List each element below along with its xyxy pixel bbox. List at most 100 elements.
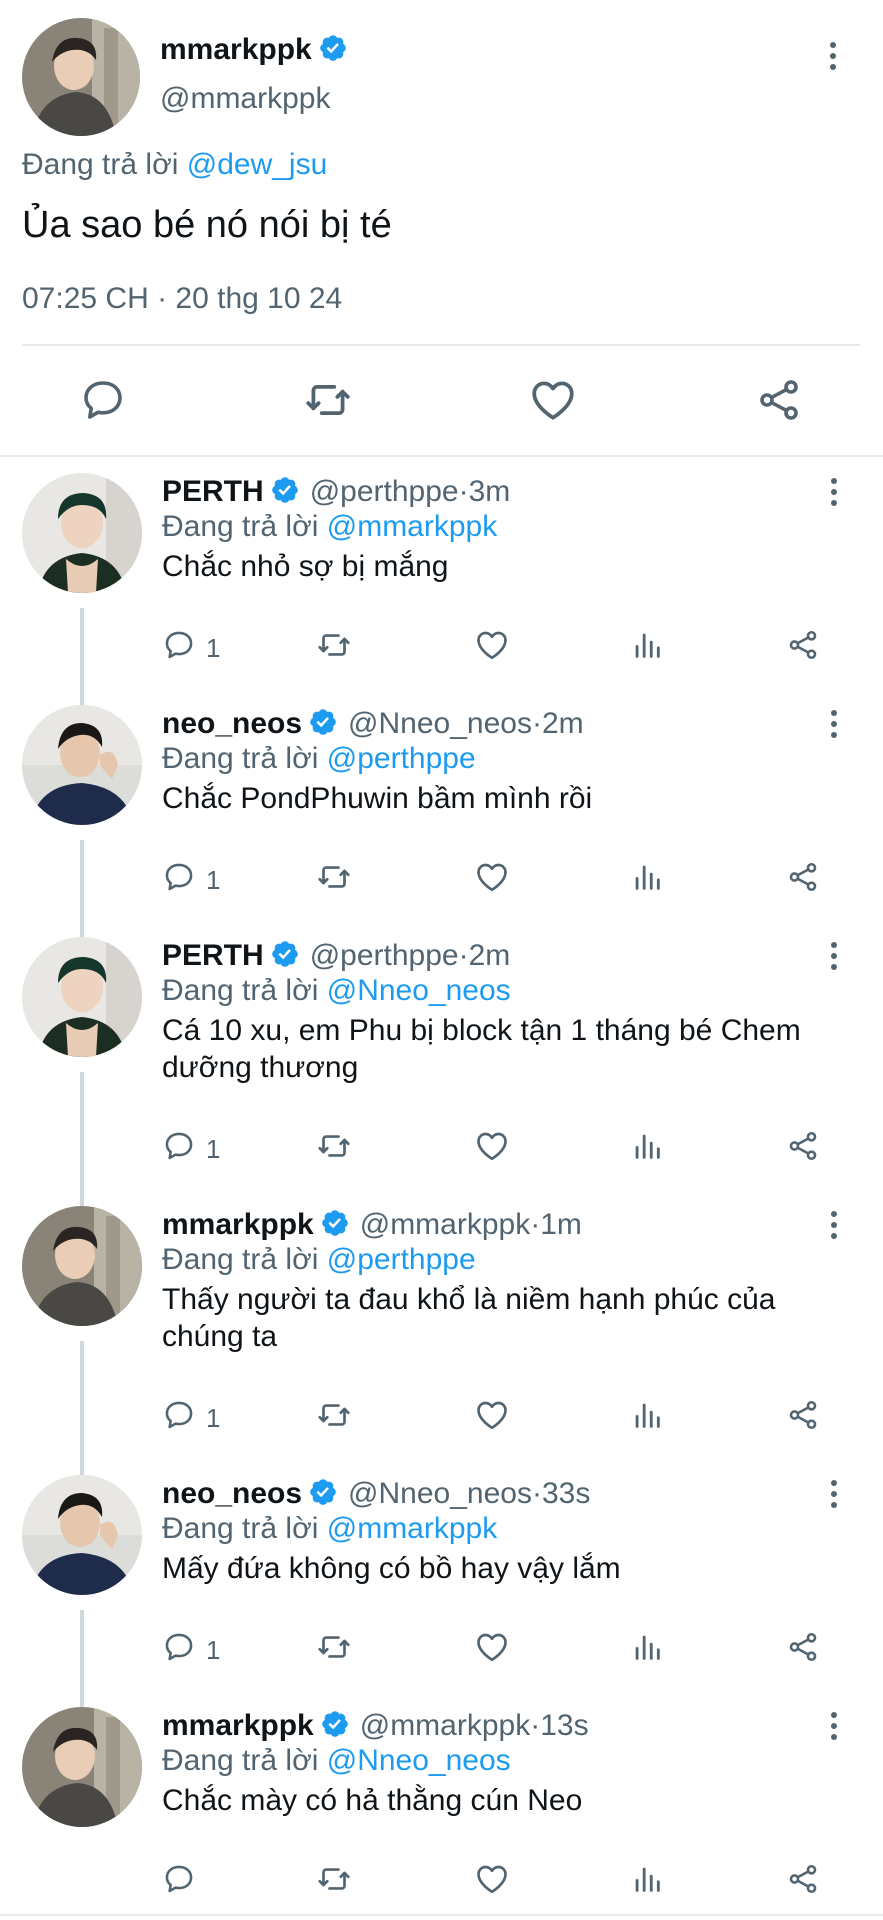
avatar[interactable] [22,1707,142,1827]
reply-button[interactable]: 1 [162,626,220,670]
retweet-button[interactable] [298,370,358,430]
reply-time[interactable]: 13s [540,1709,588,1743]
author-handle[interactable]: @mmarkppk [360,1709,530,1743]
analytics-button[interactable] [630,858,664,902]
reply-tweet[interactable]: PERTH @perthppe · 2m Đang trả lời @Nneo_ne… [0,922,883,1270]
reply-tweet[interactable]: neo_neos @Nneo_neos · 2m Đang trả lời @per… [0,690,883,1002]
analytics-button[interactable] [630,1860,664,1904]
share-button[interactable] [786,1860,820,1904]
like-button[interactable] [474,1860,510,1904]
analytics-icon [630,1862,664,1903]
more-options-icon[interactable] [822,704,846,744]
retweet-button[interactable] [316,1127,352,1171]
author-name[interactable]: mmarkppk [162,1208,314,1242]
retweet-button[interactable] [316,858,352,902]
analytics-button[interactable] [630,1127,664,1171]
replying-to-link[interactable]: @dew_jsu [187,148,328,181]
reply-button[interactable]: 1 [162,1396,220,1440]
analytics-icon [630,1129,664,1170]
author-handle[interactable]: @Nneo_neos [348,707,532,741]
reply-button[interactable]: 1 [162,1127,220,1171]
author-handle[interactable]: @Nneo_neos [348,1477,532,1511]
author-name[interactable]: neo_neos [162,1477,302,1511]
like-button[interactable] [474,626,510,670]
like-button[interactable] [474,1396,510,1440]
reply-button[interactable] [162,1860,206,1904]
main-tweet: mmarkppk @mmarkppk Đang trả lời @dew_jsu… [0,0,883,455]
verified-badge-icon [320,1709,350,1744]
avatar[interactable] [22,18,140,136]
replying-to-link[interactable]: @Nneo_neos [327,1744,511,1777]
share-button[interactable] [749,370,809,430]
retweet-button[interactable] [316,626,352,670]
more-options-icon[interactable] [822,1706,846,1746]
reply-time[interactable]: 33s [542,1477,590,1511]
avatar[interactable] [22,1475,142,1595]
retweet-button[interactable] [316,1860,352,1904]
more-options-icon[interactable] [821,36,845,76]
analytics-button[interactable] [630,1628,664,1672]
author-name[interactable]: mmarkppk [160,33,312,67]
reply-count: 1 [206,864,221,895]
reply-button[interactable]: 1 [162,1628,220,1672]
reply-tweet[interactable]: neo_neos @Nneo_neos · 33s Đang trả lời @mm… [0,1460,883,1772]
share-button[interactable] [786,1628,820,1672]
avatar[interactable] [22,705,142,825]
avatar[interactable] [22,473,142,593]
reply-tweet[interactable]: mmarkppk @mmarkppk · 1m Đang trả lời @pert… [0,1191,883,1539]
tweet-timestamp[interactable]: 07:25 CH · 20 thg 10 24 [22,282,342,316]
retweet-button[interactable] [316,1628,352,1672]
retweet-button[interactable] [316,1396,352,1440]
avatar[interactable] [22,937,142,1057]
more-options-icon[interactable] [822,1205,846,1245]
reply-actions: 1 [162,1127,842,1171]
author-name[interactable]: PERTH [162,475,264,509]
meta-separator: · [530,1208,541,1241]
like-icon [474,1128,510,1171]
like-button[interactable] [474,1628,510,1672]
replying-to-link[interactable]: @Nneo_neos [327,974,511,1007]
analytics-button[interactable] [630,1396,664,1440]
reply-count: 1 [206,1133,221,1164]
reply-time[interactable]: 1m [540,1208,582,1242]
reply-icon [162,1630,196,1671]
share-button[interactable] [786,1127,820,1171]
more-options-icon[interactable] [822,936,846,976]
author-handle[interactable]: @mmarkppk [160,82,330,116]
retweet-icon [316,1397,352,1440]
reply-time[interactable]: 3m [469,475,511,509]
replying-to-link[interactable]: @mmarkppk [327,510,497,543]
replying-to-link[interactable]: @perthppe [327,1243,476,1276]
reply-button[interactable]: 1 [162,858,220,902]
share-icon [786,860,820,901]
share-button[interactable] [786,626,820,670]
reply-header: PERTH @perthppe · 3m [162,472,510,512]
author-handle[interactable]: @perthppe [310,475,459,509]
share-icon [760,380,798,420]
author-handle[interactable]: @mmarkppk [360,1208,530,1242]
like-button[interactable] [523,370,583,430]
reply-actions: 1 [162,626,842,670]
author-name[interactable]: neo_neos [162,707,302,741]
reply-tweet[interactable]: mmarkppk @mmarkppk · 13s Đang trả lời @Nne… [0,1692,883,1920]
avatar[interactable] [22,1206,142,1326]
share-button[interactable] [786,1396,820,1440]
replying-to-link[interactable]: @mmarkppk [327,1512,497,1545]
author-handle[interactable]: @perthppe [310,939,459,973]
more-options-icon[interactable] [822,472,846,512]
reply-tweet[interactable]: PERTH @perthppe · 3m Đang trả lời @mmarkpp… [0,458,883,770]
reply-icon [162,1862,196,1903]
author-name[interactable]: mmarkppk [162,1709,314,1743]
analytics-icon [630,1398,664,1439]
reply-time[interactable]: 2m [542,707,584,741]
reply-button[interactable] [73,370,133,430]
like-button[interactable] [474,858,510,902]
replying-to-link[interactable]: @perthppe [327,742,476,775]
more-options-icon[interactable] [822,1474,846,1514]
reply-time[interactable]: 2m [469,939,511,973]
author-name[interactable]: PERTH [162,939,264,973]
analytics-button[interactable] [630,626,664,670]
share-button[interactable] [786,858,820,902]
meta-separator: · [458,475,469,508]
like-button[interactable] [474,1127,510,1171]
